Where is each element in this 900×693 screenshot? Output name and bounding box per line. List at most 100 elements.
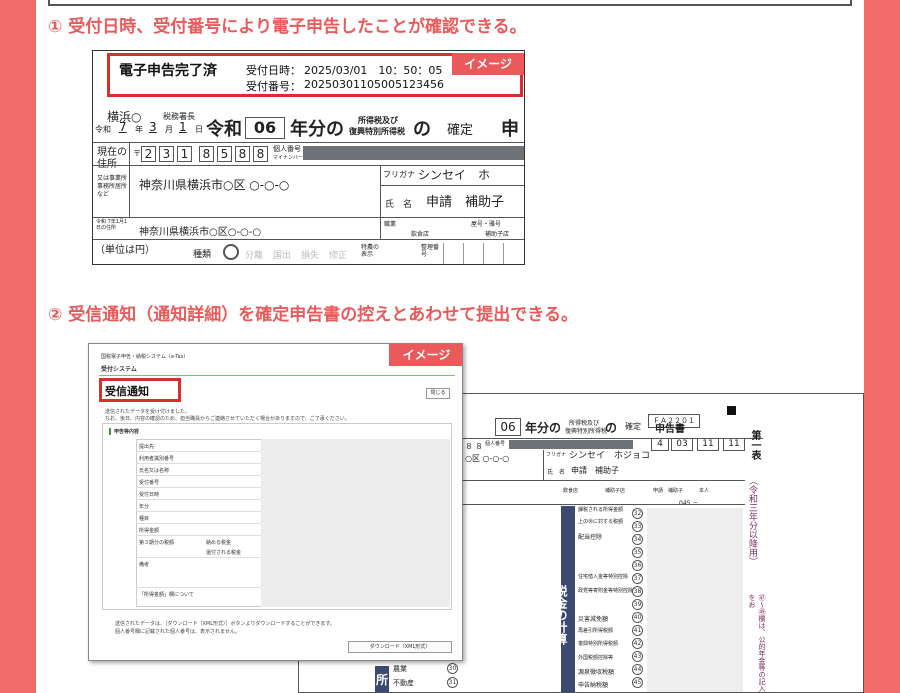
income-item: 不動産 bbox=[393, 679, 414, 687]
relation: 本人 bbox=[699, 488, 710, 494]
amount-column bbox=[647, 508, 743, 692]
table-row-label: 利用者識別番号 bbox=[139, 456, 175, 462]
table-row-label: 種目 bbox=[139, 516, 150, 522]
tax-item: 申告納税額 bbox=[578, 682, 609, 689]
name-label: 氏 名 bbox=[547, 469, 566, 476]
era-year: 7 bbox=[119, 120, 127, 134]
sheet-label: 第一表 bbox=[749, 430, 760, 460]
furigana: シンセイ ホジョコ bbox=[569, 451, 651, 461]
title-year: 06 bbox=[245, 117, 285, 139]
postal-digit: 8 bbox=[199, 146, 214, 162]
tax-type-1: 所得税及び bbox=[358, 116, 398, 125]
tax-circle: 34 bbox=[632, 534, 643, 545]
tax-circle: 35 bbox=[632, 547, 643, 558]
year-label: 年 bbox=[135, 125, 143, 134]
alt-address-label: 又は事業所事務所居所など bbox=[97, 175, 128, 198]
day-label: 日 bbox=[195, 125, 203, 134]
tax-item: 災害減免額 bbox=[578, 616, 609, 623]
tax-circle: 45 bbox=[632, 677, 643, 688]
receipt-number-label: 受付番号： bbox=[246, 80, 301, 93]
tax-circle: 43 bbox=[632, 651, 643, 662]
table-row-label: 所得金額 bbox=[139, 528, 160, 534]
table-row-label: 年分 bbox=[139, 504, 150, 510]
birth-digit: 11 bbox=[697, 438, 719, 451]
name: 申請 補助子 bbox=[426, 195, 505, 210]
type-circle bbox=[223, 244, 239, 260]
subsystem-name: 受付システム bbox=[101, 366, 137, 373]
tax-item: 政党等寄附金等特別控除 bbox=[578, 588, 634, 594]
birth-digit: 11 bbox=[723, 438, 745, 451]
occupation: 飲食店 bbox=[563, 488, 579, 494]
personal-no-masked bbox=[303, 146, 524, 160]
faded-label: 損失 bbox=[301, 251, 320, 261]
furigana-label: フリガナ bbox=[546, 452, 567, 458]
content-panel: ① 受付日時、受付番号により電子申告したことが確認できる。 イメージ 電子申告完… bbox=[36, 0, 864, 693]
title-suffix: 年分の bbox=[290, 119, 344, 140]
title-no: の bbox=[413, 119, 431, 140]
jan1-address: 神奈川県横浜市○区○-○-○ bbox=[139, 227, 262, 238]
faded-label: 分離 bbox=[245, 251, 264, 261]
notice-message: なお、後日、内容の確認のため、担当職員からご連絡させていただく場合がありますので… bbox=[105, 416, 350, 422]
day-value: 1 bbox=[179, 120, 187, 134]
tax-circle: 39 bbox=[632, 599, 643, 610]
table-row-label: 第３期分の税額 bbox=[139, 540, 175, 546]
era-note: （令和三年分以降用） bbox=[747, 476, 757, 566]
receipt-notice-window: イメージ 国税電子申告・納税システム（e-Tax） 受付システム 受信通知 閉じ… bbox=[88, 343, 463, 661]
faded-label: 修正 bbox=[329, 251, 348, 261]
table-row-label: 受付番号 bbox=[139, 480, 160, 486]
postal-mark: 〒 bbox=[133, 149, 141, 158]
tax-circle: 38 bbox=[632, 586, 643, 597]
address-tail: ○区 ○-○-○ bbox=[465, 454, 510, 463]
personal-no-label: 個人番号 bbox=[485, 441, 506, 447]
seiri-label: 整理番号 bbox=[421, 244, 440, 258]
occupation: 飲食店 bbox=[411, 231, 430, 238]
title-suffix: 年分の bbox=[525, 421, 562, 435]
table-row-label: 「所得金額」欄について bbox=[139, 592, 194, 598]
shop-name: 補助子店 bbox=[485, 231, 510, 238]
occupation-label: 職業 bbox=[384, 221, 397, 228]
tax-circle: 36 bbox=[632, 560, 643, 571]
income-item: 農業 bbox=[393, 665, 407, 673]
faded-label: 国出 bbox=[273, 251, 292, 261]
postal-tail: ８ bbox=[475, 442, 483, 451]
tax-item: 再差引所得税額 bbox=[578, 628, 614, 634]
image-label-banner: イメージ bbox=[389, 344, 462, 366]
birth-digit: 03 bbox=[671, 438, 693, 451]
image-label-banner: イメージ bbox=[452, 53, 524, 75]
receipt-datetime: 2025/03/01 10：50：05 bbox=[304, 64, 443, 77]
tax-return-form-header: イメージ 電子申告完了済 受付日時： 2025/03/01 10：50：05 受… bbox=[92, 50, 525, 265]
table-row-label: 提出先 bbox=[139, 444, 155, 450]
top-frame bbox=[48, 0, 852, 6]
personal-no-label: 個人番号 bbox=[273, 145, 301, 153]
name-label: 氏 名 bbox=[385, 200, 413, 210]
postal-digit: 3 bbox=[159, 146, 174, 162]
table-row-label: 氏名又は名称 bbox=[139, 468, 170, 474]
furigana-label: フリガナ bbox=[383, 170, 415, 179]
shop-name: 補助子店 bbox=[605, 488, 626, 494]
step2-heading: ② 受信通知（通知詳細）を確定申告書の控えとあわせて提出できる。 bbox=[48, 305, 578, 325]
notice-footer: 送信されたデータは、［ダウンロード（XML形式）］ボタンよりダウンロードすること… bbox=[115, 621, 335, 627]
personal-no-sub: マイナンバー bbox=[273, 155, 303, 161]
close-button[interactable]: 閉じる bbox=[426, 388, 450, 399]
section-heading: 申告等内容 bbox=[109, 428, 139, 435]
receipt-number: 20250301105005123456 bbox=[304, 78, 444, 91]
table-row-label: 備考 bbox=[139, 562, 150, 568]
notice-title: 受信通知 bbox=[105, 385, 149, 398]
phone: 045 － bbox=[679, 498, 698, 507]
step1-heading: ① 受付日時、受付番号により電子申告したことが確認できる。 bbox=[48, 17, 527, 37]
title-no: の bbox=[605, 421, 618, 435]
title-shin: 申 bbox=[501, 119, 519, 140]
income-circle: 31 bbox=[447, 677, 458, 688]
tax-item: 源泉徴収税額 bbox=[578, 669, 615, 676]
tax-circle: 41 bbox=[632, 625, 643, 636]
postal-digit: 5 bbox=[217, 146, 232, 162]
title-era: 令和 bbox=[206, 119, 242, 140]
postal-digit: 1 bbox=[177, 146, 192, 162]
download-xml-button[interactable]: ダウンロード（XML形式） bbox=[348, 641, 452, 653]
postal-tail: ８ bbox=[465, 442, 473, 451]
title-kakutei: 確定 bbox=[625, 422, 641, 431]
income-label: 所 bbox=[375, 666, 389, 692]
title-shinkoku: 申告書 bbox=[655, 424, 685, 435]
tax-item: 復興特別所得税額 bbox=[578, 641, 619, 647]
tax-sub-label: 還付される税金 bbox=[206, 550, 242, 556]
